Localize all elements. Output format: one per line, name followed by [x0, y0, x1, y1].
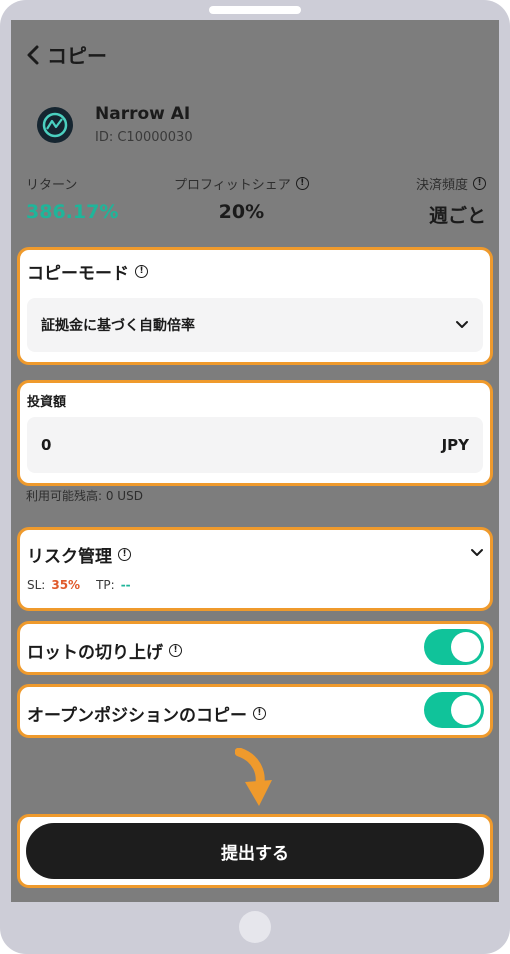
stat-frequency: 決済頻度 ! 週ごと: [416, 174, 486, 228]
round-up-lots-card: ロットの切り上げ !: [17, 621, 493, 675]
sl-tp-summary: SL: 35% TP: --: [27, 578, 131, 592]
stat-profit-share-value: 20%: [218, 201, 265, 223]
arrow-down-icon: [235, 748, 272, 806]
trader-avatar-icon: [37, 106, 73, 143]
copy-open-positions-toggle[interactable]: [424, 692, 484, 728]
investment-title: 投資額: [27, 395, 67, 410]
info-icon[interactable]: !: [118, 548, 131, 561]
toggle-knob: [451, 632, 481, 662]
stat-return: リターン 386.17%: [26, 174, 118, 223]
investment-card: 投資額 0 JPY: [17, 380, 493, 486]
round-up-lots-toggle[interactable]: [424, 629, 484, 665]
info-icon[interactable]: !: [252, 707, 266, 720]
chevron-down-icon: [456, 321, 468, 328]
copy-mode-title: コピーモード: [27, 264, 129, 284]
stat-frequency-label: 決済頻度: [415, 178, 468, 193]
copy-mode-select[interactable]: 証拠金に基づく自動倍率: [27, 298, 483, 352]
trader-info: Narrow AI ID: C10000030: [37, 104, 193, 145]
trader-name: Narrow AI: [95, 104, 191, 124]
investment-currency: JPY: [441, 436, 469, 454]
home-button[interactable]: [239, 911, 271, 943]
risk-management-title: リスク管理: [27, 547, 112, 567]
available-balance: 利用可能残高: 0 USD: [26, 489, 143, 503]
tp-label: TP:: [96, 578, 115, 592]
sl-label: SL:: [27, 578, 46, 592]
stat-return-label: リターン: [26, 178, 78, 193]
stat-return-value: 386.17%: [26, 201, 119, 223]
submit-card: 提出する: [17, 814, 493, 888]
submit-button[interactable]: 提出する: [26, 823, 484, 879]
toggle-knob: [451, 695, 481, 725]
info-icon[interactable]: !: [295, 177, 309, 190]
copy-mode-value: 証拠金に基づく自動倍率: [41, 318, 195, 334]
copy-open-positions-label: オープンポジションのコピー: [27, 706, 247, 726]
back-nav[interactable]: コピー: [25, 40, 107, 69]
chevron-left-icon[interactable]: [25, 44, 43, 66]
app-screen: コピー Narrow AI ID: C10000030 リターン 386.17%: [11, 20, 499, 902]
stat-profit-share-label: プロフィットシェア: [174, 178, 291, 193]
speaker-slot: [209, 6, 301, 14]
info-icon[interactable]: !: [169, 644, 182, 657]
phone-frame: コピー Narrow AI ID: C10000030 リターン 386.17%: [0, 0, 510, 954]
trader-stats: リターン 386.17% プロフィットシェア ! 20% 決済頻度 ! 週ごと: [26, 174, 486, 228]
investment-amount-value: 0: [41, 436, 52, 454]
round-up-lots-label: ロットの切り上げ: [27, 643, 163, 663]
investment-amount-input[interactable]: 0 JPY: [27, 417, 483, 473]
info-icon[interactable]: !: [135, 265, 148, 278]
copy-open-positions-card: オープンポジションのコピー !: [17, 684, 493, 738]
stat-frequency-value: 週ごと: [428, 205, 486, 227]
chevron-down-icon[interactable]: [470, 548, 484, 558]
tp-value: --: [120, 578, 131, 592]
stat-profit-share: プロフィットシェア ! 20%: [174, 174, 309, 223]
sl-value: 35%: [51, 578, 81, 592]
trader-id: ID: C10000030: [95, 130, 193, 145]
info-icon[interactable]: !: [473, 177, 486, 190]
copy-mode-card: コピーモード ! 証拠金に基づく自動倍率: [17, 247, 493, 365]
page-title: コピー: [47, 44, 107, 68]
risk-management-card[interactable]: リスク管理 ! SL: 35% TP: --: [17, 527, 493, 611]
